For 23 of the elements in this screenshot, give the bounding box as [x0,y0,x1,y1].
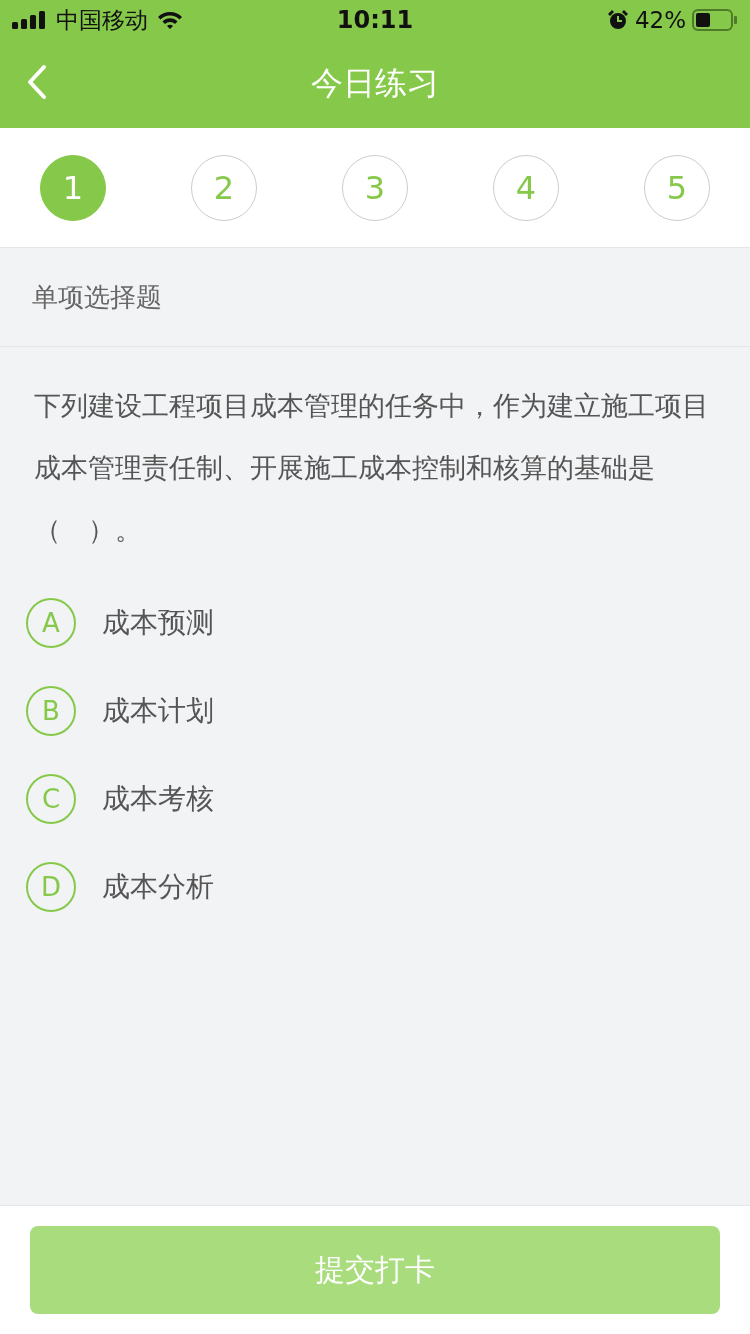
battery-percent: 42% [634,7,686,33]
question-number[interactable]: 4 [493,154,559,221]
option-letter[interactable]: B [26,686,76,736]
carrier-name: 中国移动 [56,5,148,35]
option-text[interactable]: 成本考核 [102,780,214,818]
option-text[interactable]: 成本预测 [102,604,214,642]
status-time: 10:11 [336,6,414,34]
question-number[interactable]: 3 [342,154,408,221]
alarm-clock-icon [606,9,629,31]
battery-icon [692,9,738,31]
signal-icon [12,11,48,29]
option-letter[interactable]: A [26,598,76,648]
option-text[interactable]: 成本分析 [102,868,214,906]
section-title: 单项选择题 [32,280,162,314]
wifi-icon [156,10,184,30]
option-letter[interactable]: D [26,862,76,912]
page-title: 今日练习 [311,63,439,104]
option-text[interactable]: 成本计划 [102,692,214,730]
question-number[interactable]: 1 [40,154,106,221]
question-number[interactable]: 5 [644,154,710,221]
question-number[interactable]: 2 [191,154,257,221]
option-letter[interactable]: C [26,774,76,824]
question-text: 下列建设工程项目成本管理的任务中，作为建立施工项目成本管理责任制、开展施工成本控制和核算的基础是（ ）。 [34,389,710,547]
